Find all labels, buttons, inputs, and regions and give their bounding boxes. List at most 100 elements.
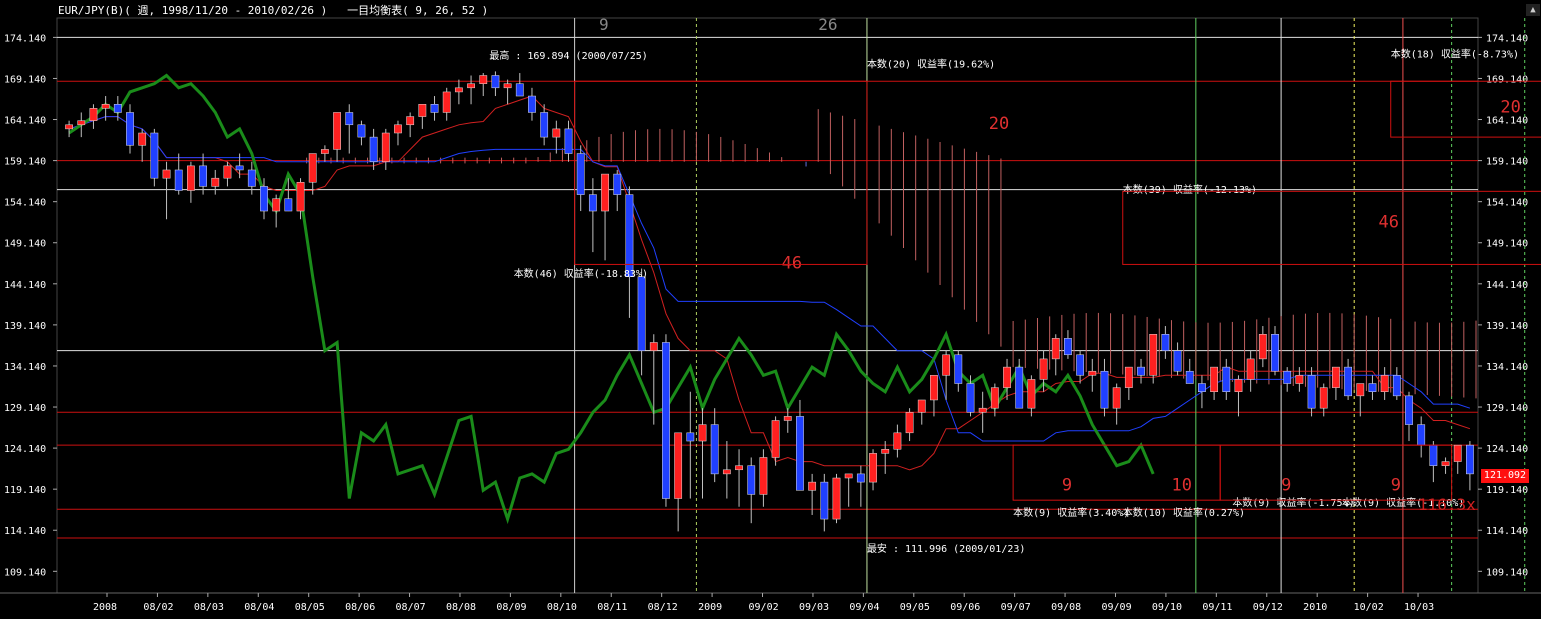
candle-body	[394, 124, 402, 134]
candle-body	[1088, 370, 1097, 376]
y-tick-right: 139.140	[1486, 321, 1528, 332]
candle-body	[747, 465, 756, 495]
analysis-annotation: 本数(39) 収益率(-12.13%)	[1123, 183, 1257, 196]
bar-count-label: 10	[1171, 475, 1191, 495]
candle-body	[990, 387, 999, 409]
scroll-up-icon[interactable]: ▲	[1526, 4, 1540, 16]
y-tick-left: 124.140	[4, 444, 46, 455]
candle-body	[966, 383, 975, 413]
y-tick-right: 159.140	[1486, 157, 1528, 168]
y-tick-right: 154.140	[1486, 198, 1528, 209]
candle-body	[1332, 366, 1340, 388]
y-tick-left: 169.140	[4, 74, 46, 85]
candle-body	[272, 198, 281, 212]
candle-body	[698, 424, 707, 442]
chart-header: EUR/JPY(B)( 週, 1998/11/20 - 2010/02/26 )…	[58, 2, 488, 18]
bar-count-label: 46	[1379, 212, 1399, 232]
candle-body	[1112, 387, 1121, 409]
candle-body	[552, 128, 561, 138]
candle-body	[735, 465, 743, 471]
x-tick-label: 09/08	[1051, 602, 1081, 613]
candle-body	[381, 132, 390, 162]
candle-body	[1137, 366, 1145, 376]
x-tick-label: 10/03	[1404, 602, 1434, 613]
candle-body	[1234, 379, 1243, 392]
analysis-annotation: 本数(9) 収益率(-1.75%)	[1232, 496, 1354, 509]
candle-body	[515, 83, 524, 97]
candle-body	[150, 132, 159, 179]
y-tick-right: 124.140	[1486, 444, 1528, 455]
candle-body	[1064, 338, 1072, 356]
candle-body	[1356, 383, 1365, 397]
candle-body	[564, 128, 573, 154]
bar-count-label: 46	[782, 254, 802, 274]
candle-body	[917, 399, 926, 413]
bar-count-label: 20	[989, 114, 1009, 134]
chart-window: 174.140 174.140 169.140 169.140 164.140 164.1…	[0, 0, 1541, 619]
candle-body	[1185, 370, 1194, 384]
candle-body	[1258, 334, 1267, 360]
x-tick-label: 09/05	[900, 602, 930, 613]
candle-body	[674, 432, 683, 499]
candle-body	[357, 124, 366, 138]
x-tick-label: 09/03	[799, 602, 829, 613]
candle-body	[369, 136, 378, 163]
candle-body	[1149, 334, 1158, 376]
candle-body	[808, 481, 817, 491]
candle-body	[905, 412, 914, 434]
candle-body	[1380, 375, 1389, 393]
candle-body	[576, 153, 585, 195]
bar-count-label: 20	[1500, 97, 1520, 117]
x-tick-label: 08/05	[295, 602, 325, 613]
candle-body	[1319, 387, 1328, 409]
analysis-annotation: 本数(46) 収益率(-18.83%)	[514, 267, 648, 280]
candle-body	[1453, 444, 1462, 462]
candle-body	[1161, 334, 1170, 351]
candle-body	[1405, 395, 1413, 425]
x-tick-label: 2010	[1303, 602, 1327, 613]
period-label: 26	[818, 15, 837, 34]
candle-body	[308, 153, 317, 183]
ichimoku-chart[interactable]: 174.140 174.140169.140 169.140164.140 164.1…	[0, 0, 1541, 619]
candle-body	[844, 473, 853, 479]
candle-body	[345, 112, 354, 126]
analysis-annotation: 本数(18) 収益率(-8.73%)	[1391, 47, 1519, 60]
x-tick-label: 09/11	[1202, 602, 1232, 613]
y-tick-left: 139.140	[4, 321, 46, 332]
candle-body	[162, 169, 171, 179]
candle-body	[686, 432, 695, 442]
x-tick-label: 08/12	[648, 602, 678, 613]
y-tick-right: 129.140	[1486, 403, 1528, 414]
candle-body	[113, 104, 122, 113]
y-tick-right: 114.140	[1486, 526, 1528, 537]
x-tick-label: 09/09	[1101, 602, 1131, 613]
x-tick-label: 09/07	[1001, 602, 1031, 613]
x-tick-label: 08/07	[396, 602, 426, 613]
candle-body	[1441, 461, 1450, 466]
candle-body	[978, 407, 987, 413]
candle-body	[77, 120, 86, 126]
y-tick-left: 159.140	[4, 157, 46, 168]
analysis-annotation: 最安 : 111.996 (2009/01/23)	[867, 542, 1025, 555]
candle-body	[430, 104, 439, 113]
candle-body	[406, 116, 415, 126]
analysis-box	[1219, 444, 1453, 501]
candle-body	[101, 104, 110, 109]
x-tick-label: 09/12	[1253, 602, 1283, 613]
candle-body	[893, 432, 902, 450]
x-tick-label: 09/02	[749, 602, 779, 613]
analysis-annotation: 本数(10) 収益率(0.27%)	[1123, 506, 1245, 519]
analysis-annotation: 最高 : 169.894 (2000/07/25)	[489, 49, 647, 62]
candle-body	[796, 416, 804, 491]
y-tick-right: 119.140	[1486, 485, 1528, 496]
candle-body	[1344, 366, 1353, 397]
candle-body	[1295, 375, 1304, 384]
symbol-label: EUR/JPY(B)( 週, 1998/11/20 - 2010/02/26 )	[58, 4, 328, 17]
candle-body	[1198, 383, 1206, 392]
candle-body	[783, 416, 792, 421]
candle-body	[174, 169, 183, 191]
candle-body	[637, 276, 646, 351]
candle-body	[260, 186, 268, 212]
y-tick-left: 149.140	[4, 239, 46, 250]
bar-count-label: 9	[1281, 475, 1291, 495]
